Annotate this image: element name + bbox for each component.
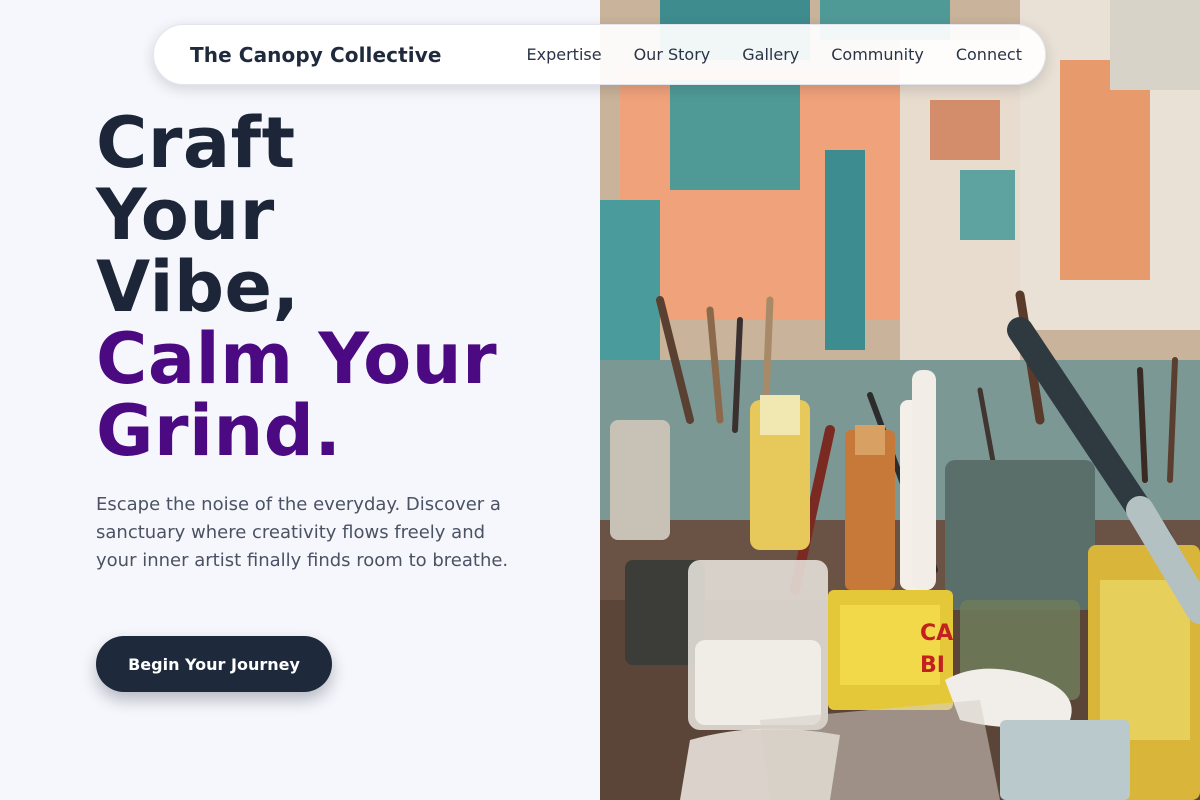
nav-link-expertise[interactable]: Expertise [527, 45, 602, 64]
headline-line-1: Craft [96, 102, 296, 184]
hero-headline: Craft Your Vibe, Calm Your Grind. [96, 107, 497, 467]
brand-logo-text[interactable]: The Canopy Collective [190, 43, 442, 67]
svg-text:CA: CA [920, 621, 953, 646]
headline-line-5: Grind. [96, 390, 342, 472]
top-navbar: The Canopy Collective Expertise Our Stor… [153, 24, 1046, 85]
headline-line-3: Vibe, [96, 246, 300, 328]
nav-link-gallery[interactable]: Gallery [742, 45, 799, 64]
nav-link-connect[interactable]: Connect [956, 45, 1022, 64]
nav-links: Expertise Our Story Gallery Community Co… [527, 45, 1022, 64]
hero-subtext: Escape the noise of the everyday. Discov… [96, 494, 509, 571]
headline-line-4: Calm Your [96, 318, 498, 400]
headline-line-2: Your [96, 174, 275, 256]
nav-link-community[interactable]: Community [831, 45, 924, 64]
begin-journey-button[interactable]: Begin Your Journey [96, 636, 332, 692]
svg-text:BI: BI [920, 653, 945, 678]
hero-photo-art-supplies: CA BI [600, 0, 1200, 800]
paint-brushes-illustration: CA BI [600, 0, 1200, 800]
nav-link-our-story[interactable]: Our Story [634, 45, 711, 64]
